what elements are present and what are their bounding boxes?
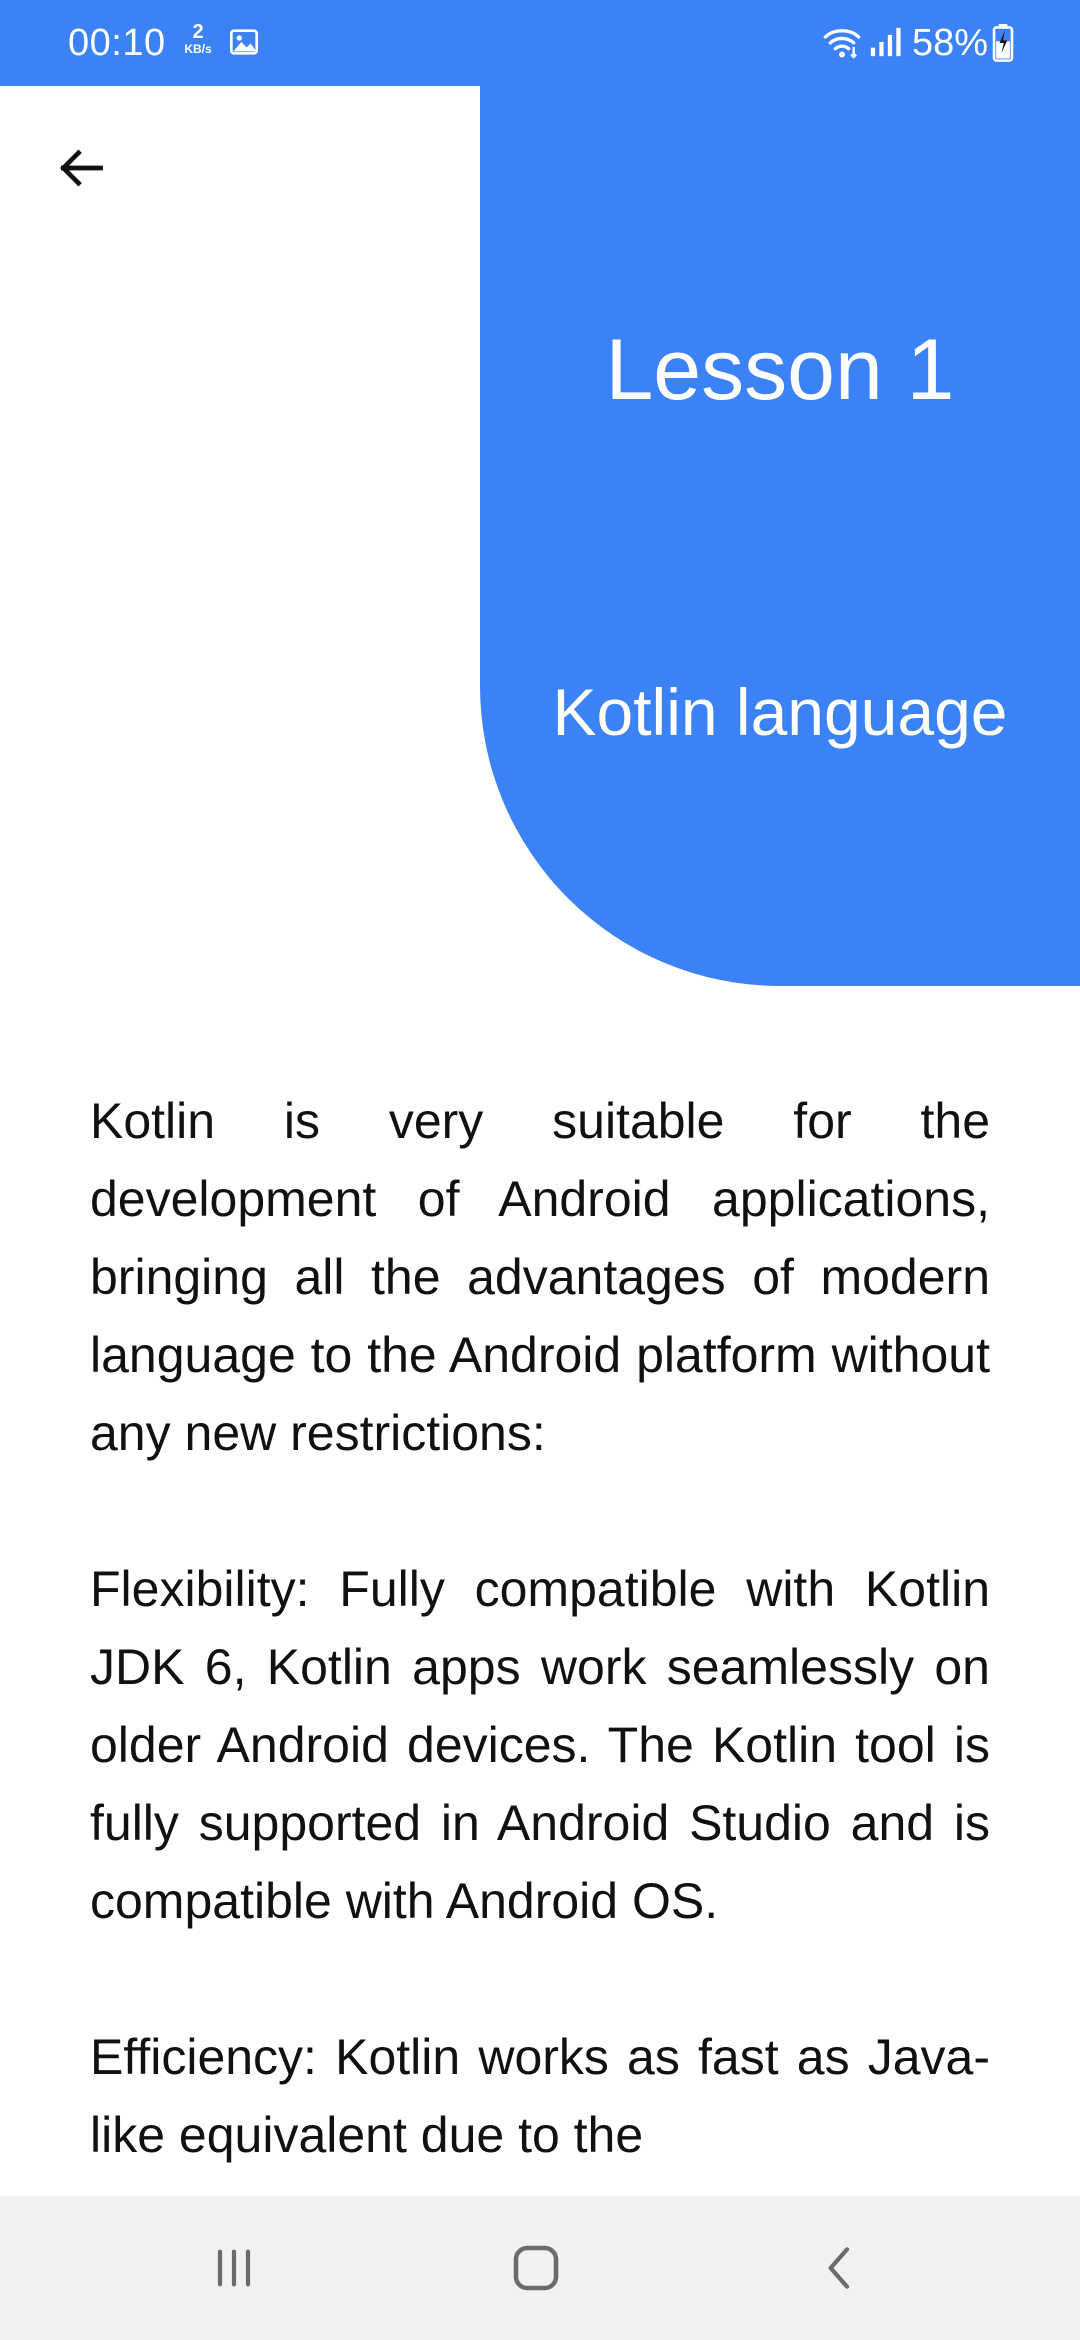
content-paragraph: Flexibility: Fully compatible with Kotli… bbox=[90, 1561, 990, 1929]
battery-percent: 58% bbox=[912, 22, 989, 64]
lesson-subtitle: Kotlin language bbox=[552, 675, 1008, 749]
image-icon bbox=[230, 29, 258, 55]
wifi-icon bbox=[823, 29, 861, 59]
content-paragraph: Kotlin is very suitable for the developm… bbox=[90, 1093, 990, 1461]
lesson-title: Lesson 1 bbox=[605, 322, 955, 418]
network-speed-value: 2 bbox=[192, 21, 204, 43]
back-button[interactable] bbox=[40, 126, 124, 210]
signal-icon bbox=[870, 27, 901, 57]
status-bar: 00:10 2 KB/s 58% bbox=[0, 0, 1080, 86]
system-back-button[interactable] bbox=[790, 2218, 890, 2318]
header-panel bbox=[480, 86, 1080, 986]
network-speed: 2 KB/s bbox=[178, 22, 218, 55]
content-paragraph: Efficiency: Kotlin works as fast as Java… bbox=[90, 2029, 990, 2163]
recents-button[interactable] bbox=[184, 2218, 284, 2318]
status-time: 00:10 bbox=[68, 22, 166, 64]
back-icon bbox=[828, 2247, 850, 2289]
battery-icon bbox=[992, 24, 1014, 62]
navigation-bar bbox=[0, 2196, 1080, 2340]
recents-icon bbox=[217, 2249, 251, 2287]
home-button[interactable] bbox=[486, 2218, 586, 2318]
arrow-left-icon bbox=[60, 149, 103, 187]
network-speed-unit: KB/s bbox=[184, 42, 212, 56]
home-icon bbox=[513, 2245, 559, 2291]
lesson-content[interactable]: Kotlin is very suitable for the developm… bbox=[90, 1082, 990, 2192]
